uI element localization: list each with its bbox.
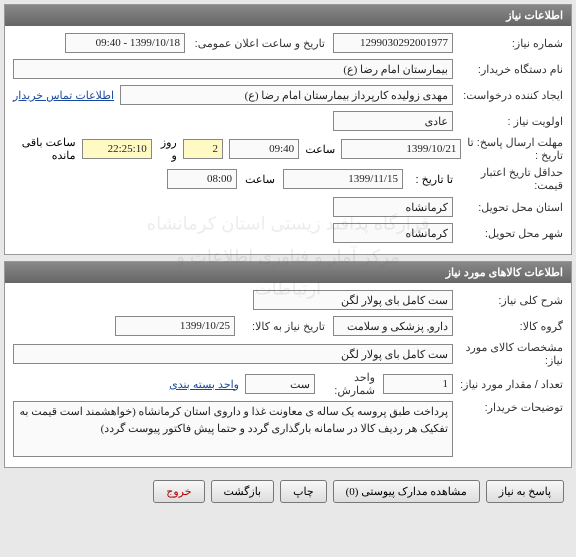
respond-button[interactable]: پاسخ به نیاز — [486, 480, 564, 503]
qty-input[interactable] — [383, 374, 453, 394]
group-input[interactable] — [333, 316, 453, 336]
priority-label: اولویت نیاز : — [453, 115, 563, 128]
creator-label: ایجاد کننده درخواست: — [453, 89, 563, 102]
qty-label: تعداد / مقدار مورد نیاز: — [453, 378, 563, 391]
time-label-1: ساعت — [305, 143, 335, 156]
group-label: گروه کالا: — [453, 320, 563, 333]
remain-label: ساعت باقی مانده — [13, 136, 76, 162]
panel1-header: اطلاعات نیاز — [5, 5, 571, 26]
resp-date-input[interactable] — [341, 139, 461, 159]
min-price-label: حداقل تاریخ اعتبار قیمت: — [453, 166, 563, 192]
priority-input[interactable] — [333, 111, 453, 131]
time-label-2: ساعت — [245, 173, 275, 186]
print-button[interactable]: چاپ — [280, 480, 327, 503]
note-textarea[interactable] — [13, 401, 453, 457]
contact-link[interactable]: اطلاعات تماس خریدار — [13, 89, 114, 102]
resp-deadline-label: مهلت ارسال پاسخ: تا تاریخ : — [461, 136, 563, 162]
min-price-date-input[interactable] — [283, 169, 403, 189]
city-input[interactable] — [333, 223, 453, 243]
desc-input[interactable] — [253, 290, 453, 310]
unit-input[interactable] — [245, 374, 315, 394]
need-until-label: تاریخ نیاز به کالا: — [235, 320, 325, 333]
days-label: روز و — [158, 136, 177, 162]
need-no-input[interactable] — [333, 33, 453, 53]
need-until-input[interactable] — [115, 316, 235, 336]
min-price-time-input[interactable] — [167, 169, 237, 189]
unit-label: واحد شمارش: — [315, 371, 375, 397]
goods-info-panel: اطلاعات کالاهای مورد نیاز شرح کلی نیاز: … — [4, 261, 572, 468]
city-label: شهر محل تحویل: — [453, 227, 563, 240]
attachments-button[interactable]: مشاهده مدارک پیوستی (0) — [333, 480, 480, 503]
remain-time-input[interactable] — [82, 139, 152, 159]
resp-time-input[interactable] — [229, 139, 299, 159]
ann-label: تاریخ و ساعت اعلان عمومی: — [185, 37, 325, 50]
buyer-org-label: نام دستگاه خریدار: — [453, 63, 563, 76]
buyer-org-input[interactable] — [13, 59, 453, 79]
province-label: استان محل تحویل: — [453, 201, 563, 214]
province-input[interactable] — [333, 197, 453, 217]
desc-label: شرح کلی نیاز: — [453, 294, 563, 307]
days-input[interactable] — [183, 139, 223, 159]
note-label: توضیحات خریدار: — [453, 401, 563, 414]
spec-input[interactable] — [13, 344, 453, 364]
exit-button[interactable]: خروج — [153, 480, 204, 503]
ann-input[interactable] — [65, 33, 185, 53]
need-no-label: شماره نیاز: — [453, 37, 563, 50]
button-bar: پاسخ به نیاز مشاهده مدارک پیوستی (0) چاپ… — [4, 474, 572, 509]
back-button[interactable]: بازگشت — [211, 480, 275, 503]
creator-input[interactable] — [120, 85, 453, 105]
pack-link[interactable]: واحد بسته بندی — [169, 378, 239, 391]
spec-label: مشخصات کالای مورد نیاز: — [453, 341, 563, 367]
need-info-panel: اطلاعات نیاز شماره نیاز: تاریخ و ساعت اع… — [4, 4, 572, 255]
min-price-to: تا تاریخ : — [403, 173, 453, 186]
panel2-header: اطلاعات کالاهای مورد نیاز — [5, 262, 571, 283]
